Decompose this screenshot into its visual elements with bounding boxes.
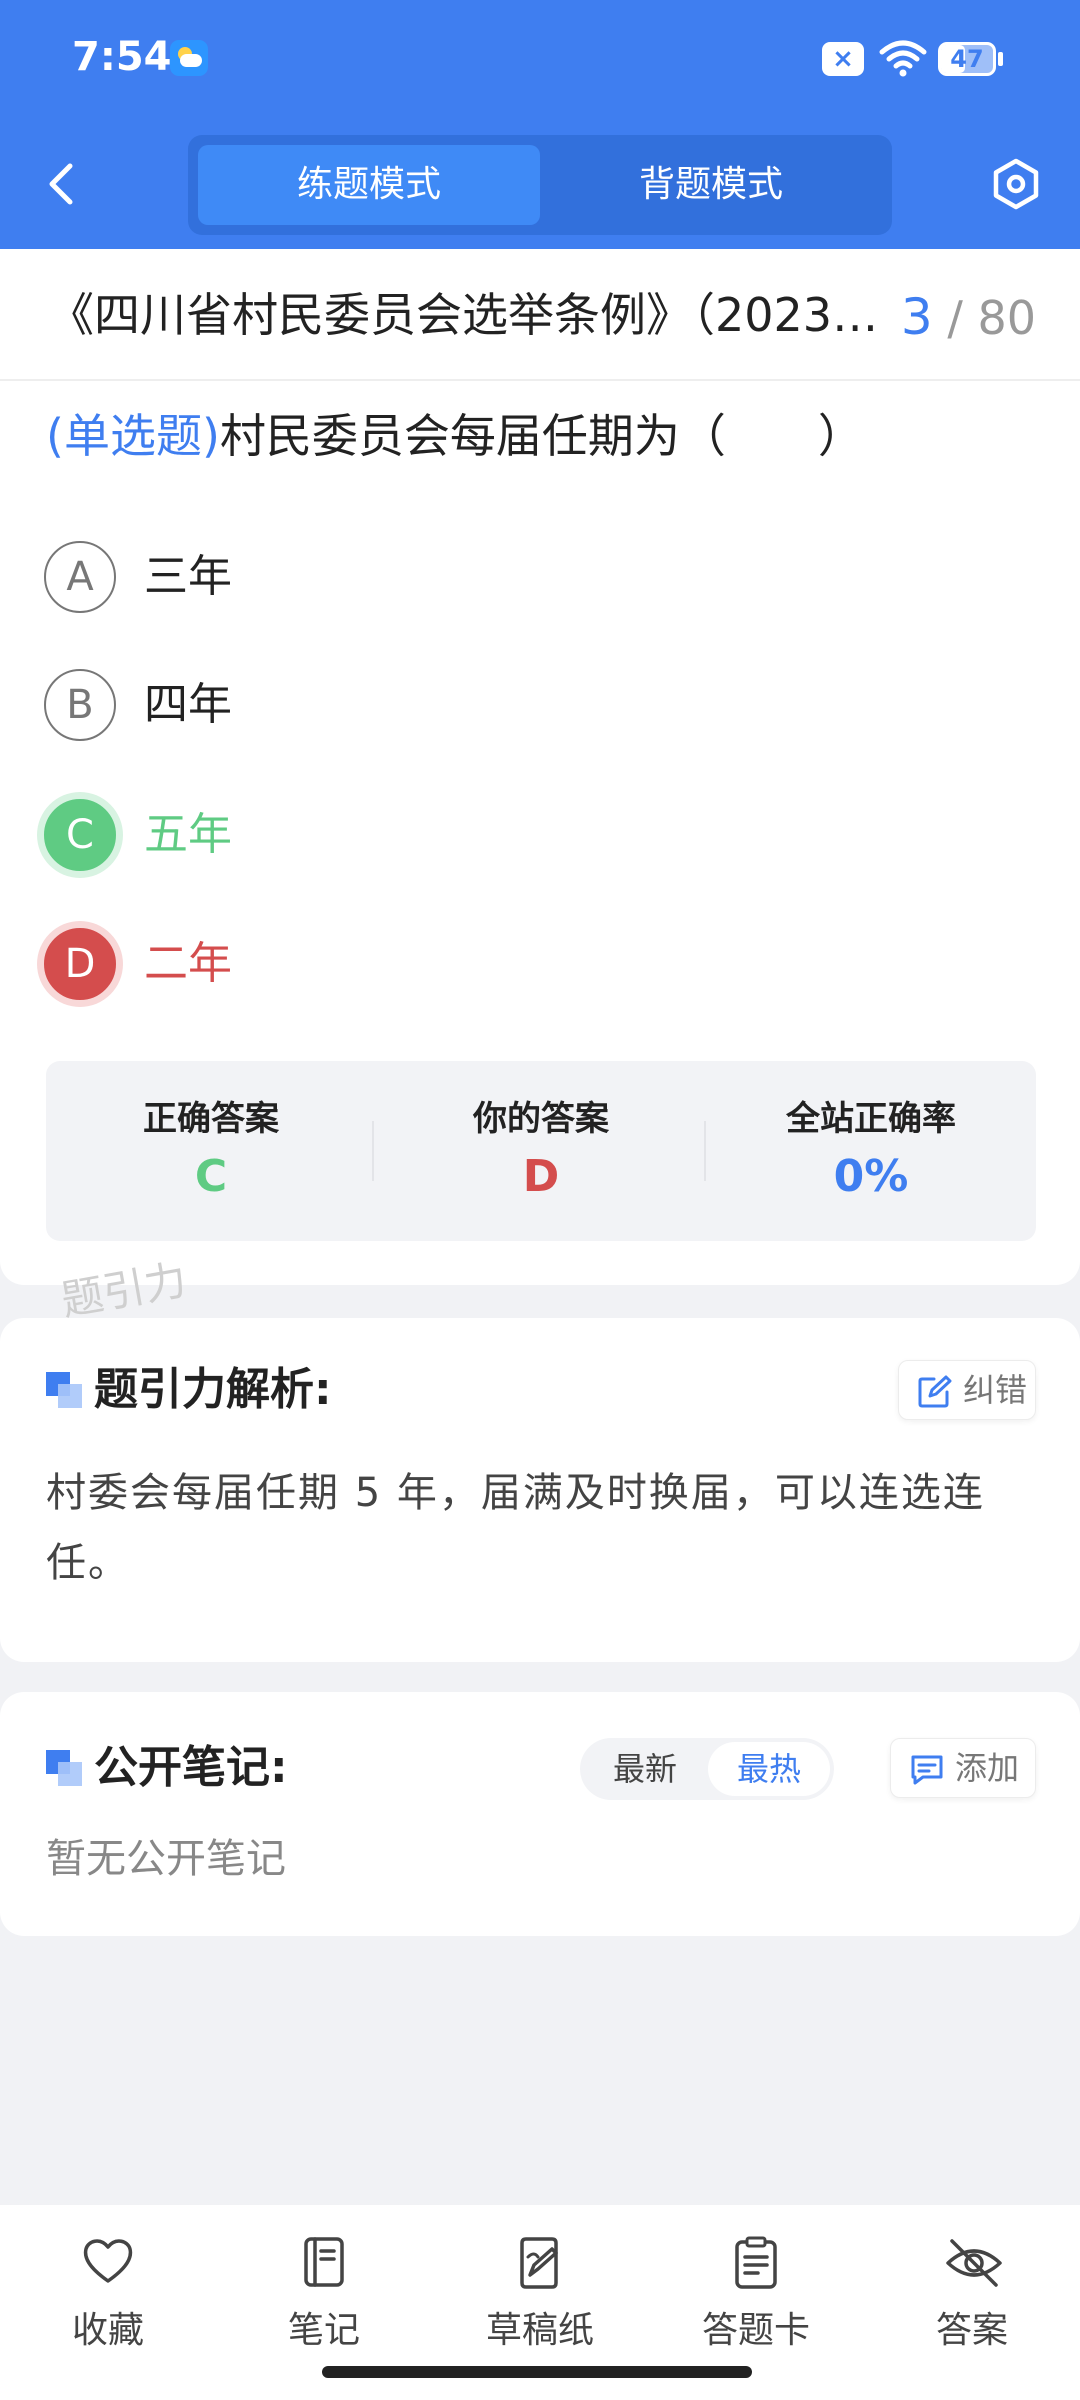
question-progress[interactable]: 3 / 80: [901, 289, 1036, 346]
option-letter: D: [44, 928, 116, 1000]
wifi-icon: [879, 40, 927, 77]
empty-notes-text: 暂无公开笔记: [46, 1836, 286, 1882]
report-error-button[interactable]: 纠错: [898, 1360, 1036, 1420]
option-text: 三年: [144, 551, 232, 602]
notes-sort-toggle: 最新 最热: [580, 1738, 834, 1800]
analysis-text: 村委会每届任期 5 年，届满及时换届，可以连选连任。: [46, 1470, 985, 1586]
edit-icon: [918, 1375, 952, 1408]
sort-latest[interactable]: 最新: [584, 1742, 706, 1796]
paper-title: 《四川省村民委员会选举条例》（2023年修订）: [48, 288, 898, 342]
heart-icon: [83, 2239, 133, 2283]
report-error-label: 纠错: [963, 1371, 1028, 1409]
stat-label: 全站正确率: [786, 1099, 956, 1139]
eye-off-icon: [946, 2239, 1002, 2287]
section-square-icon: [46, 1372, 84, 1410]
option-letter: C: [44, 799, 116, 871]
sort-hottest[interactable]: 最热: [708, 1742, 830, 1796]
section-square-icon: [46, 1750, 84, 1788]
tab-practice-mode[interactable]: 练题模式: [198, 145, 540, 225]
draft-paper-button[interactable]: 草稿纸: [432, 2205, 648, 2365]
stat-value-correct: C: [194, 1151, 228, 1202]
answer-stats: 正确答案 C 你的答案 D 全站正确率 0%: [46, 1061, 1036, 1241]
option-a[interactable]: A 三年: [44, 541, 1024, 621]
question-type: (单选题): [46, 409, 220, 463]
show-answer-button[interactable]: 答案: [864, 2205, 1080, 2365]
settings-icon[interactable]: [990, 158, 1042, 210]
answer-sheet-icon: [735, 2236, 777, 2289]
bar-label: 笔记: [287, 2310, 360, 2351]
battery-icon: 47: [938, 42, 996, 76]
analysis-title: 题引力解析:: [94, 1364, 332, 1415]
stat-your-answer: 你的答案 D: [376, 1061, 706, 1241]
header-bar: 7:54 × 47 练题模式 背题模式: [0, 0, 1080, 249]
stat-label: 你的答案: [473, 1099, 609, 1139]
bar-label: 答题卡: [701, 2310, 810, 2351]
stat-label: 正确答案: [143, 1099, 279, 1139]
back-arrow-icon[interactable]: [40, 158, 84, 210]
progress-total: / 80: [947, 291, 1036, 345]
option-c[interactable]: C 五年: [44, 799, 1024, 879]
add-note-button[interactable]: 添加: [890, 1738, 1036, 1798]
battery-text: 47: [950, 45, 984, 73]
notification-x-icon: ×: [822, 42, 864, 76]
mode-switch: 练题模式 背题模式: [188, 135, 892, 235]
option-b[interactable]: B 四年: [44, 669, 1024, 749]
notes-button[interactable]: 笔记: [216, 2205, 432, 2365]
question-stem: 村民委员会每届任期为（ ）: [219, 409, 864, 463]
option-text: 四年: [144, 679, 232, 730]
stat-value-rate: 0%: [833, 1151, 909, 1202]
answer-sheet-button[interactable]: 答题卡: [648, 2205, 864, 2365]
stat-divider: [372, 1121, 374, 1181]
public-notes-card: 公开笔记: 最新 最热 添加 暂无公开笔记: [0, 1692, 1080, 1936]
status-time: 7:54: [72, 34, 172, 80]
bar-label: 草稿纸: [485, 2310, 594, 2351]
paper-title-row: 《四川省村民委员会选举条例》（2023年修订） 3 / 80: [0, 249, 1080, 381]
option-text: 五年: [144, 809, 232, 860]
bar-label: 答案: [935, 2310, 1008, 2351]
draft-paper-icon: [520, 2237, 558, 2289]
option-d[interactable]: D 二年: [44, 928, 1024, 1008]
stat-correct-answer: 正确答案 C: [46, 1061, 376, 1241]
tab-memorize-mode[interactable]: 背题模式: [540, 145, 882, 225]
analysis-card: 题引力解析: 纠错 村委会每届任期 5 年，届满及时换届，可以连选连任。: [0, 1318, 1080, 1662]
option-text: 二年: [144, 938, 232, 989]
weather-icon: [170, 40, 208, 76]
favorite-button[interactable]: 收藏: [0, 2205, 216, 2365]
add-note-label: 添加: [955, 1749, 1020, 1787]
question-card: 《四川省村民委员会选举条例》（2023年修订） 3 / 80 (单选题)村民委员…: [0, 249, 1080, 1285]
home-indicator[interactable]: [322, 2366, 752, 2378]
battery-cap: [998, 52, 1003, 66]
stat-value-yours: D: [522, 1151, 560, 1202]
comment-icon: [911, 1755, 943, 1785]
notebook-icon: [304, 2237, 344, 2287]
stat-accuracy: 全站正确率 0%: [706, 1061, 1036, 1241]
progress-current: 3: [900, 288, 933, 346]
option-letter: B: [44, 669, 116, 741]
question-text: (单选题)村民委员会每届任期为（ ）: [46, 404, 1046, 468]
option-letter: A: [44, 541, 116, 613]
bar-label: 收藏: [71, 2310, 144, 2351]
notes-title: 公开笔记:: [94, 1742, 288, 1793]
